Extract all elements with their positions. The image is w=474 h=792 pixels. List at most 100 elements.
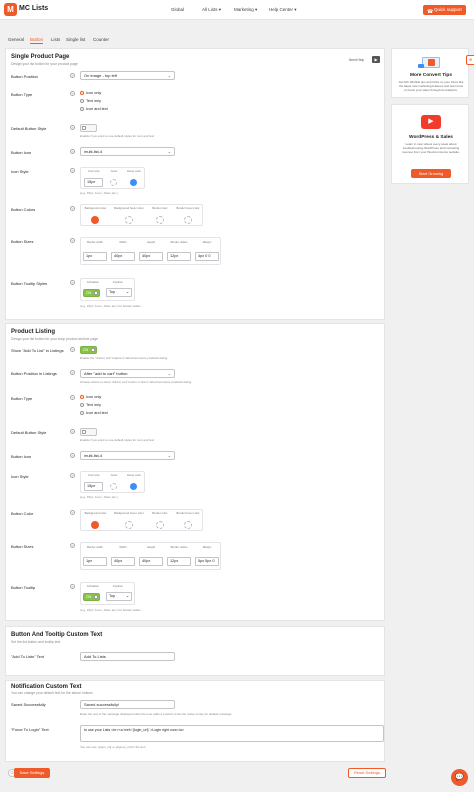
- bg-hover-color-swatch[interactable]: [125, 216, 133, 224]
- radio-icon-only[interactable]: Icon only: [80, 91, 101, 96]
- bg-color-swatch[interactable]: [91, 216, 99, 224]
- icon-style-label: Icon Style: [11, 169, 29, 174]
- margin-input[interactable]: 5px 5px 0: [195, 557, 219, 566]
- tooltip-hint: (e.g. 15px, 1rem, 10em etc.) for border …: [80, 304, 141, 308]
- margin-input[interactable]: 4px 0 0: [195, 252, 219, 261]
- border-hover-color-swatch[interactable]: [184, 216, 192, 224]
- help-icon[interactable]: ?: [70, 238, 75, 243]
- tab-lists[interactable]: Lists: [51, 37, 60, 42]
- tooltip-position-select[interactable]: Top ⌄: [106, 288, 132, 297]
- radio-icon-only[interactable]: Icon only: [80, 395, 101, 400]
- chevron-down-icon: ⌄: [167, 453, 171, 458]
- show-in-listings-toggle[interactable]: ON: [80, 346, 97, 354]
- radio-icon-and-text[interactable]: Icon and text: [80, 107, 108, 112]
- reset-settings-button[interactable]: Reset Settings: [348, 768, 386, 778]
- bg-color-swatch[interactable]: [91, 521, 99, 529]
- icon-color-swatch[interactable]: [110, 179, 117, 186]
- default-style-toggle[interactable]: [80, 124, 97, 132]
- col-label: Height: [146, 240, 156, 244]
- help-icon[interactable]: ?: [70, 453, 75, 458]
- icon-color-swatch[interactable]: [110, 483, 117, 490]
- video-icon[interactable]: ▶: [372, 56, 380, 63]
- border-width-input[interactable]: 1px: [83, 557, 107, 566]
- border-color-swatch[interactable]: [156, 521, 164, 529]
- help-icon[interactable]: ?: [70, 584, 75, 589]
- help-icon[interactable]: ?: [70, 280, 75, 285]
- icon-size-input[interactable]: 15px: [84, 178, 103, 187]
- button-sizes-label: Button Sizes: [11, 544, 34, 549]
- button-icon-select[interactable]: multi-list-4 ⌄: [80, 147, 175, 156]
- tab-button[interactable]: Button: [30, 37, 44, 44]
- height-input[interactable]: 40px: [139, 252, 163, 261]
- nav-all-lists[interactable]: All Lists ▾: [202, 7, 221, 13]
- listing-position-select[interactable]: After "add to cart" button ⌄: [80, 369, 175, 378]
- help-icon[interactable]: ?: [70, 125, 75, 130]
- help-icon[interactable]: ?: [70, 168, 75, 173]
- radio-text-only[interactable]: Text only: [80, 99, 101, 104]
- button-icon-select[interactable]: multi-list-4 ⌄: [80, 451, 175, 460]
- help-icon[interactable]: ?: [70, 73, 75, 78]
- help-icon[interactable]: ?: [70, 473, 75, 478]
- width-input[interactable]: 40px: [111, 557, 135, 566]
- tooltip-position-select[interactable]: Top ⌄: [106, 592, 132, 601]
- button-sizes-group: Border width Width Height Border radius …: [80, 542, 221, 570]
- button-type-label: Button Type: [11, 92, 33, 97]
- tab-counter[interactable]: Counter: [93, 37, 109, 42]
- nav-marketing[interactable]: Marketing ▾: [234, 7, 257, 13]
- help-icon[interactable]: ?: [70, 510, 75, 515]
- border-color-swatch[interactable]: [156, 216, 164, 224]
- button-colors-label: Button Colors: [11, 207, 36, 212]
- unit-hint: (e.g. 15px, 1rem, 10em etc.): [80, 495, 118, 499]
- add-to-lists-text-input[interactable]: Add To Lists: [80, 652, 175, 661]
- border-width-input[interactable]: 1px: [83, 252, 107, 261]
- col-label: Border hover color: [176, 206, 200, 210]
- start-growing-button[interactable]: Start Growing: [411, 169, 451, 178]
- chevron-down-icon: ⌄: [167, 371, 171, 376]
- top-bar: M MC Lists Global All Lists ▾ Marketing …: [0, 0, 474, 20]
- button-position-select[interactable]: On image - top left ⌄: [80, 71, 175, 80]
- help-icon[interactable]: ?: [70, 347, 75, 352]
- default-style-hint: Enable if you want to use default styles…: [80, 438, 155, 442]
- help-icon[interactable]: ?: [70, 91, 75, 96]
- col-label: Border hover color: [176, 511, 200, 515]
- height-input[interactable]: 40px: [139, 557, 163, 566]
- tab-general[interactable]: General: [8, 37, 24, 42]
- width-input[interactable]: 40px: [111, 252, 135, 261]
- nav-help-center[interactable]: Help Center ▾: [269, 7, 297, 13]
- tab-single-list[interactable]: Single list: [66, 37, 85, 42]
- section-subtitle: Design your list button for your product…: [11, 62, 78, 66]
- saved-successfully-input[interactable]: Saved successfully!: [80, 700, 175, 709]
- quick-support-button[interactable]: ☎ Quick support: [423, 5, 466, 15]
- chat-bubble-icon[interactable]: 💬: [451, 769, 468, 786]
- icon-size-input[interactable]: 15px: [84, 482, 103, 491]
- save-settings-button[interactable]: Save Settings: [14, 768, 50, 778]
- col-label: Width: [119, 545, 127, 549]
- bg-hover-color-swatch[interactable]: [125, 521, 133, 529]
- icon-style-label: Icon Style: [11, 474, 29, 479]
- saved-successfully-label: Saved Successfully: [11, 702, 46, 707]
- help-icon[interactable]: ?: [70, 370, 75, 375]
- border-hover-color-swatch[interactable]: [184, 521, 192, 529]
- default-style-toggle[interactable]: [80, 428, 97, 436]
- need-help-link[interactable]: Need Help: [349, 58, 364, 62]
- help-icon[interactable]: ?: [70, 395, 75, 400]
- border-radius-input[interactable]: 12px: [167, 557, 191, 566]
- nav-global[interactable]: Global: [171, 7, 184, 12]
- product-listing-card: Product Listing Design your list button …: [5, 323, 385, 621]
- border-radius-input[interactable]: 12px: [167, 252, 191, 261]
- force-login-textarea[interactable]: to use your Lists <br><a href='{login_ur…: [80, 725, 384, 742]
- radio-icon-and-text[interactable]: Icon and text: [80, 411, 108, 416]
- help-icon[interactable]: ?: [70, 429, 75, 434]
- tooltip-activation-toggle[interactable]: ON: [83, 289, 100, 297]
- icon-hover-color-swatch[interactable]: [130, 179, 137, 186]
- help-icon[interactable]: ?: [70, 206, 75, 211]
- tooltip-activation-toggle[interactable]: ON: [83, 593, 100, 601]
- side-panel-toggle-icon[interactable]: ⊕: [466, 55, 474, 65]
- icon-hover-color-swatch[interactable]: [130, 483, 137, 490]
- col-label: Color: [110, 473, 118, 477]
- help-icon[interactable]: ?: [70, 543, 75, 548]
- help-icon[interactable]: ?: [70, 149, 75, 154]
- radio-text-only[interactable]: Text only: [80, 403, 101, 408]
- col-label: Font size: [88, 473, 100, 477]
- section-title: Single Product Page: [11, 54, 70, 60]
